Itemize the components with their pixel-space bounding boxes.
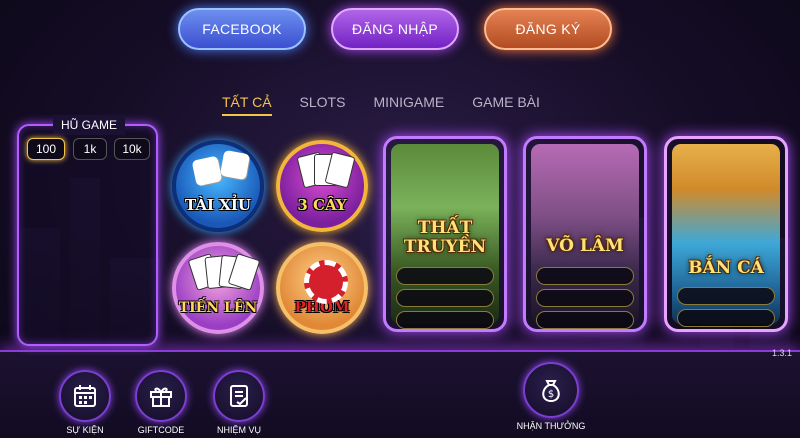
game-card-that-truyen[interactable]: THẤT TRUYỀN (383, 136, 507, 332)
game-card-vo-lam[interactable]: VÕ LÂM (523, 136, 647, 332)
jackpot-value-bar (536, 311, 634, 329)
game-tien-len[interactable]: TIẾN LÊN (172, 242, 264, 334)
game-title-3-cay: 3 CÂY (297, 196, 347, 214)
jackpot-title: HŨ GAME (53, 115, 125, 135)
claim-reward-button[interactable]: $ NHẬN THƯỞNG (515, 362, 587, 431)
jackpot-value-bar (396, 267, 494, 285)
jackpot-value-bar (536, 267, 634, 285)
calendar-icon (74, 385, 96, 407)
gift-icon (150, 387, 172, 407)
game-phom[interactable]: PHỎM (276, 242, 368, 334)
jackpot-value-bar (396, 311, 494, 329)
game-title-ban-ca: BẮN CÁ (688, 258, 764, 278)
jackpot-option-1k[interactable]: 1k (73, 138, 107, 160)
game-3-cay[interactable]: 3 CÂY (276, 140, 368, 232)
events-button[interactable]: SỰ KIỆN (52, 370, 118, 435)
tab-slots[interactable]: SLOTS (300, 94, 346, 116)
jackpot-option-10k[interactable]: 10k (114, 138, 150, 160)
missions-button[interactable]: NHIỆM VỤ (206, 370, 272, 435)
missions-label: NHIỆM VỤ (216, 425, 261, 435)
game-tai-xiu[interactable]: TÀI XỈU (172, 140, 264, 232)
poker-chip-icon (304, 260, 348, 304)
register-button[interactable]: ĐĂNG KÝ (484, 8, 612, 50)
game-title-vo-lam: VÕ LÂM (546, 236, 624, 256)
category-tabs: TẤT CẢ SLOTS MINIGAME GAME BÀI (222, 94, 568, 116)
game-title-tien-len: TIẾN LÊN (178, 300, 258, 316)
tab-all[interactable]: TẤT CẢ (222, 94, 272, 116)
giftcode-button[interactable]: GIFTCODE (128, 370, 194, 435)
money-bag-icon: $ (542, 380, 560, 403)
version-label: 1.3.1 (772, 348, 793, 358)
giftcode-label: GIFTCODE (137, 425, 185, 435)
claim-reward-label: NHẬN THƯỞNG (516, 421, 586, 431)
game-title-that-truyen: THẤT TRUYỀN (403, 218, 487, 257)
dice-icon (219, 149, 251, 181)
svg-text:$: $ (548, 389, 554, 400)
jackpot-value-bar (677, 309, 775, 327)
jackpot-option-100[interactable]: 100 (27, 138, 65, 160)
jackpot-value-bar (536, 289, 634, 307)
bottom-menu-bar (0, 350, 800, 438)
login-button[interactable]: ĐĂNG NHẬP (331, 8, 459, 50)
jackpot-panel: HŨ GAME 100 1k 10k (17, 115, 158, 346)
tab-minigame[interactable]: MINIGAME (373, 94, 444, 116)
game-card-ban-ca[interactable]: BẮN CÁ (664, 136, 788, 332)
facebook-login-button[interactable]: FACEBOOK (178, 8, 306, 50)
checklist-icon (230, 385, 248, 407)
events-label: SỰ KIỆN (66, 425, 104, 435)
tab-game-bai[interactable]: GAME BÀI (472, 94, 540, 116)
jackpot-value-bar (396, 289, 494, 307)
jackpot-value-bar (677, 287, 775, 305)
game-title-tai-xiu: TÀI XỈU (185, 196, 251, 214)
dice-icon (191, 155, 223, 187)
